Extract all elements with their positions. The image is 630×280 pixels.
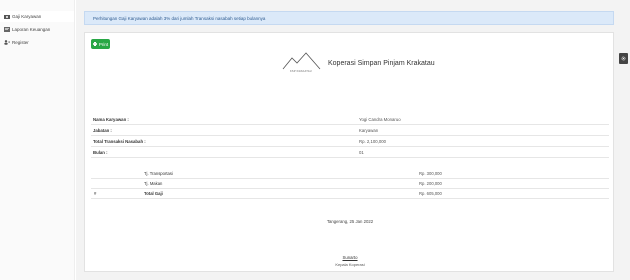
user-plus-icon [4,40,12,45]
sidebar-item-gaji-karyawan[interactable]: Gaji Karyawan [0,11,74,22]
salary-slip-card: Print KSP KRAKATAU Koperasi Simpan Pinja… [84,32,614,272]
signer-name: Sunarto [342,255,358,260]
info-row-month: Bulan : 01 [91,147,609,158]
info-row-total-transaction: Total Transaksi Nasabah : Rp. 2,100,000 [91,136,609,147]
info-value: Karyawan [359,128,379,133]
info-value: 01 [359,150,364,155]
signer-title: Kepala Koperasi [335,262,365,267]
cooperative-name: Koperasi Simpan Pinjam Krakatau [328,60,435,67]
gear-icon [621,56,626,61]
sidebar-item-laporan-keuangan[interactable]: Laporan Keuangan [0,24,74,35]
salary-row-total: # Total Gaji Rp. 605,000 [91,189,609,199]
salary-row-name: Tj. Transportasi [144,171,173,176]
info-alert: Perhitungan Gaji Karyawan adalah 3% dari… [84,11,614,25]
main-content: Perhitungan Gaji Karyawan adalah 3% dari… [76,0,630,280]
info-label: Bulan : [93,150,108,155]
salary-row-amount: Rp. 605,000 [419,191,442,196]
print-label: Print [98,41,109,47]
salary-row-name: Total Gaji [144,191,163,196]
money-icon [4,14,12,19]
salary-row-amount: Rp. 300,000 [419,171,442,176]
print-icon [92,41,97,47]
salary-row-transport: Tj. Transportasi Rp. 300,000 [91,169,609,179]
salary-row-amount: Rp. 200,000 [419,181,442,186]
salary-row-name: Tj. Makan [144,181,163,186]
sidebar-item-label: Gaji Karyawan [12,14,42,19]
info-value: Rp. 2,100,000 [359,139,386,144]
report-icon [4,27,12,32]
logo-caption: KSP KRAKATAU [290,70,312,73]
info-value: Yogi Candra Monaruo [359,117,401,122]
settings-button[interactable] [619,53,628,64]
info-row-name: Nama Karyawan : Yogi Candra Monaruo [91,114,609,125]
sidebar-item-label: Laporan Keuangan [12,27,51,32]
info-label: Jabatan : [93,128,112,133]
slip-date: Tangerang, 25 Jan 2022 [326,219,374,224]
info-label: Total Transaksi Nasabah : [93,139,146,144]
sidebar-item-register[interactable]: Register [0,37,74,48]
print-button[interactable]: Print [91,39,110,49]
info-row-position: Jabatan : Karyawan [91,125,609,136]
sidebar-item-label: Register [12,40,29,45]
sidebar: Gaji Karyawan Laporan Keuangan Register [0,0,75,280]
salary-row-meal: Tj. Makan Rp. 200,000 [91,179,609,189]
salary-row-num: # [94,191,97,196]
info-label: Nama Karyawan : [93,117,129,122]
